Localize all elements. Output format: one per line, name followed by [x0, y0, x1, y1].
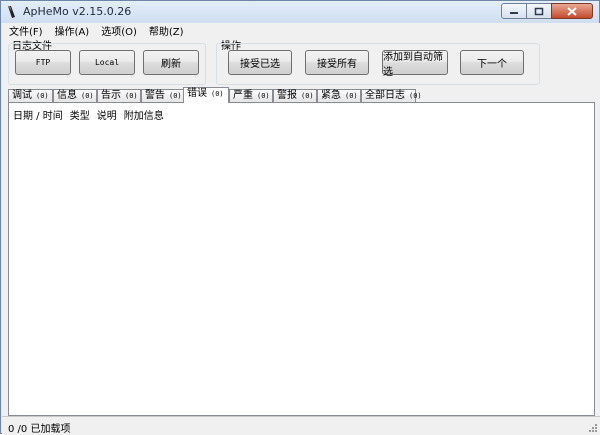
tab-count: (0): [345, 92, 358, 100]
refresh-button[interactable]: 刷新: [143, 50, 199, 75]
tab-label: 告示: [101, 90, 121, 101]
column-header-extra[interactable]: 附加信息: [124, 107, 164, 122]
tab-label: 警告: [145, 90, 165, 101]
column-header-datetime[interactable]: 日期 / 时间: [13, 107, 63, 122]
next-button[interactable]: 下一个: [460, 50, 524, 75]
menu-file[interactable]: 文件(F): [2, 23, 48, 38]
column-headers: 日期 / 时间 类型 说明 附加信息: [13, 107, 171, 122]
tab-label: 全部日志: [365, 90, 405, 101]
menu-help[interactable]: 帮助(Z): [142, 23, 189, 38]
tab-count: (0): [125, 92, 138, 100]
close-button[interactable]: [551, 3, 593, 19]
tab-all-logs[interactable]: 全部日志 (0): [361, 89, 422, 102]
tab-alert[interactable]: 警报 (0): [273, 89, 317, 102]
tab-count: (0): [169, 92, 182, 100]
accept-all-button[interactable]: 接受所有: [305, 50, 369, 75]
title-bar[interactable]: ApHeMo v2.15.0.26: [1, 1, 599, 23]
ftp-button[interactable]: FTP: [15, 50, 71, 75]
resize-grip-icon[interactable]: [588, 423, 598, 433]
tab-count: (0): [211, 90, 224, 98]
add-to-autofilter-button[interactable]: 添加到自动筛选: [382, 50, 448, 78]
tab-label: 错误: [187, 88, 207, 99]
maximize-icon: [534, 7, 544, 15]
tab-label: 警报: [277, 90, 297, 101]
minimize-button[interactable]: [501, 3, 527, 19]
column-header-description[interactable]: 说明: [97, 107, 117, 122]
tab-label: 紧急: [321, 90, 341, 101]
log-list-panel[interactable]: 日期 / 时间 类型 说明 附加信息: [8, 102, 595, 416]
accept-selected-button[interactable]: 接受已选: [228, 50, 292, 75]
close-icon: [567, 6, 577, 16]
minimize-icon: [510, 12, 518, 14]
tab-emergency[interactable]: 紧急 (0): [317, 89, 361, 102]
tab-notice[interactable]: 告示 (0): [97, 89, 141, 102]
tab-warning[interactable]: 警告 (0): [141, 89, 185, 102]
tab-label: 调试: [12, 90, 32, 101]
menu-bar: 文件(F) 操作(A) 选项(O) 帮助(Z): [2, 23, 600, 38]
local-button[interactable]: Local: [79, 50, 135, 75]
app-window: ApHeMo v2.15.0.26 文件(F) 操作(A) 选项(O) 帮助(Z…: [0, 0, 600, 435]
maximize-button[interactable]: [526, 3, 552, 19]
tab-debug[interactable]: 调试 (0): [8, 89, 53, 102]
window-title: ApHeMo v2.15.0.26: [23, 5, 132, 18]
tab-count: (0): [301, 92, 314, 100]
status-text: 0 /0 已加载项: [8, 424, 71, 435]
tab-label: 严重: [233, 90, 253, 101]
app-icon: [8, 6, 15, 18]
tab-info[interactable]: 信息 (0): [53, 89, 97, 102]
tab-count: (0): [36, 92, 49, 100]
menu-options[interactable]: 选项(O): [94, 23, 142, 38]
tab-error[interactable]: 错误 (0): [183, 87, 229, 103]
tab-count: (0): [81, 92, 94, 100]
tab-label: 信息: [57, 90, 77, 101]
tab-critical[interactable]: 严重 (0): [229, 89, 273, 102]
menu-action[interactable]: 操作(A): [48, 23, 95, 38]
client-area: 日志文件 FTP Local 刷新 操作 接受已选 接受所有 添加到自动筛选 下…: [2, 37, 600, 435]
tab-count: (0): [409, 92, 422, 100]
tab-count: (0): [257, 92, 270, 100]
window-controls: [501, 3, 593, 21]
column-header-type[interactable]: 类型: [70, 107, 90, 122]
status-bar: 0 /0 已加载项: [2, 416, 600, 435]
